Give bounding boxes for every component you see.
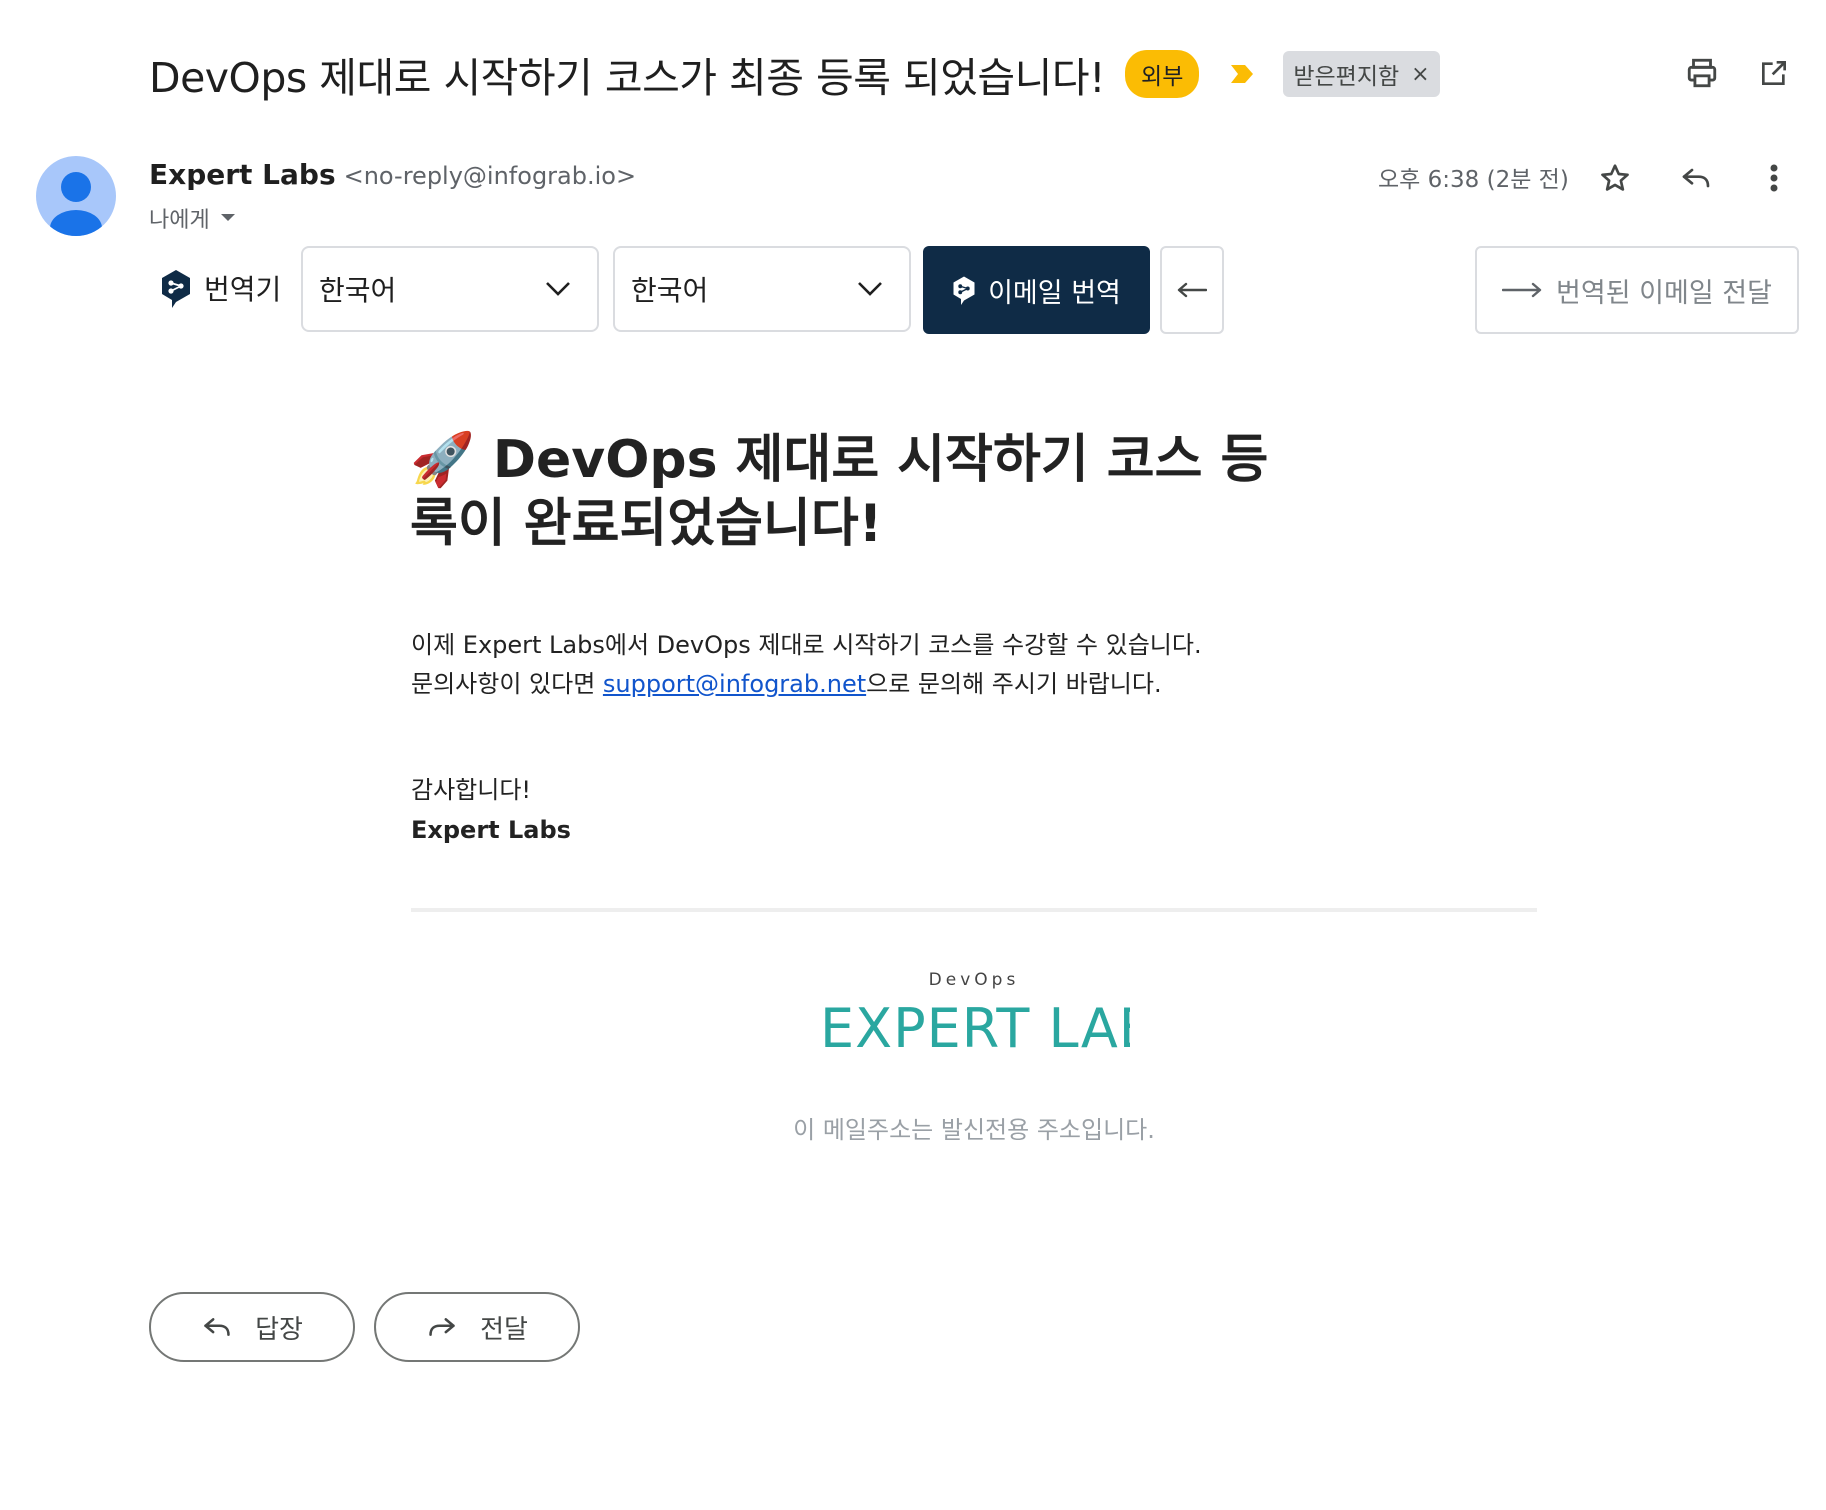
signature: Expert Labs (411, 816, 571, 844)
translate-email-button[interactable]: 이메일 번역 (923, 246, 1150, 334)
deepl-logo-icon (162, 270, 190, 308)
arrow-left-icon (1177, 282, 1207, 298)
forward-translated-label: 번역된 이메일 전달 (1556, 277, 1772, 309)
label-chip-text: 받은편지함 (1293, 64, 1400, 90)
logo-text: EXPERT LABS (820, 997, 1130, 1060)
email-paragraph: 이제 Expert Labs에서 DevOps 제대로 시작하기 코스를 수강할… (411, 626, 1202, 704)
forward-label: 전달 (480, 1314, 528, 1345)
noreply-notice: 이 메일주소는 발신전용 주소입니다. (793, 1116, 1155, 1144)
target-language-select[interactable]: 한국어 (613, 246, 911, 332)
email-line-1: 이제 Expert Labs에서 DevOps 제대로 시작하기 코스를 수강할… (411, 631, 1202, 659)
open-in-new-window-icon[interactable] (1752, 51, 1796, 95)
deepl-logo-icon (953, 276, 975, 305)
source-language-select[interactable]: 한국어 (301, 246, 599, 332)
divider (411, 908, 1537, 912)
translator-label: 번역기 (204, 273, 282, 306)
target-language-value: 한국어 (631, 274, 709, 307)
forward-button[interactable]: 전달 (374, 1292, 580, 1362)
email-line-2-prefix: 문의사항이 있다면 (411, 670, 603, 698)
label-chip-inbox: 받은편지함 × (1283, 51, 1440, 97)
more-vert-icon[interactable] (1752, 156, 1796, 200)
sender[interactable]: Expert Labs <no-reply@infograb.io> (149, 158, 636, 191)
translate-email-label: 이메일 번역 (988, 277, 1121, 309)
logo-subtitle: DevOps (928, 970, 1020, 990)
avatar[interactable] (36, 156, 116, 236)
email-heading-text: DevOps 제대로 시작하기 코스 등록이 완료되었습니다! (410, 430, 1269, 554)
recipient-label: 나에게 (149, 208, 210, 233)
reply-label: 답장 (255, 1314, 303, 1345)
star-icon[interactable] (1593, 156, 1637, 200)
email-line-2: 문의사항이 있다면 support@infograb.net으로 문의해 주시기… (411, 665, 1202, 704)
reply-icon (204, 1318, 230, 1336)
revert-translation-button[interactable] (1160, 246, 1224, 334)
email-line-2-suffix: 으로 문의해 주시기 바랍니다. (866, 670, 1162, 698)
support-email-link[interactable]: support@infograb.net (603, 670, 866, 698)
chevron-down-icon (858, 282, 882, 296)
closing: 감사합니다! Expert Labs (411, 770, 571, 850)
reply-button[interactable]: 답장 (149, 1292, 355, 1362)
forward-translated-button[interactable]: 번역된 이메일 전달 (1475, 246, 1799, 334)
expert-labs-logo: EXPERT LABS (820, 995, 1190, 1069)
external-badge: 외부 (1125, 50, 1200, 98)
email-subject: DevOps 제대로 시작하기 코스가 최종 등록 되었습니다! (149, 54, 1106, 102)
forward-icon (429, 1318, 455, 1336)
received-time: 오후 6:38 (2분 전) (1378, 167, 1569, 193)
subject-row: DevOps 제대로 시작하기 코스가 최종 등록 되었습니다! 외부 받은편지… (149, 44, 1440, 104)
recipient-details[interactable]: 나에게 (149, 202, 236, 234)
source-language-value: 한국어 (319, 274, 397, 307)
chevron-down-icon (546, 282, 570, 296)
rocket-icon: 🚀 (410, 430, 475, 490)
sender-name[interactable]: Expert Labs (149, 158, 336, 191)
reply-icon[interactable] (1674, 156, 1718, 200)
sender-email: <no-reply@infograb.io> (343, 162, 637, 190)
arrow-right-icon (1502, 282, 1542, 298)
important-marker-icon[interactable] (1227, 59, 1257, 89)
dropdown-arrow-icon[interactable] (220, 213, 236, 223)
thanks-text: 감사합니다! (411, 776, 532, 804)
print-icon[interactable] (1680, 51, 1724, 95)
remove-label-icon[interactable]: × (1411, 62, 1429, 87)
translator-brand: 번역기 (160, 268, 281, 308)
email-heading: 🚀 DevOps 제대로 시작하기 코스 등록이 완료되었습니다! (410, 428, 1290, 556)
